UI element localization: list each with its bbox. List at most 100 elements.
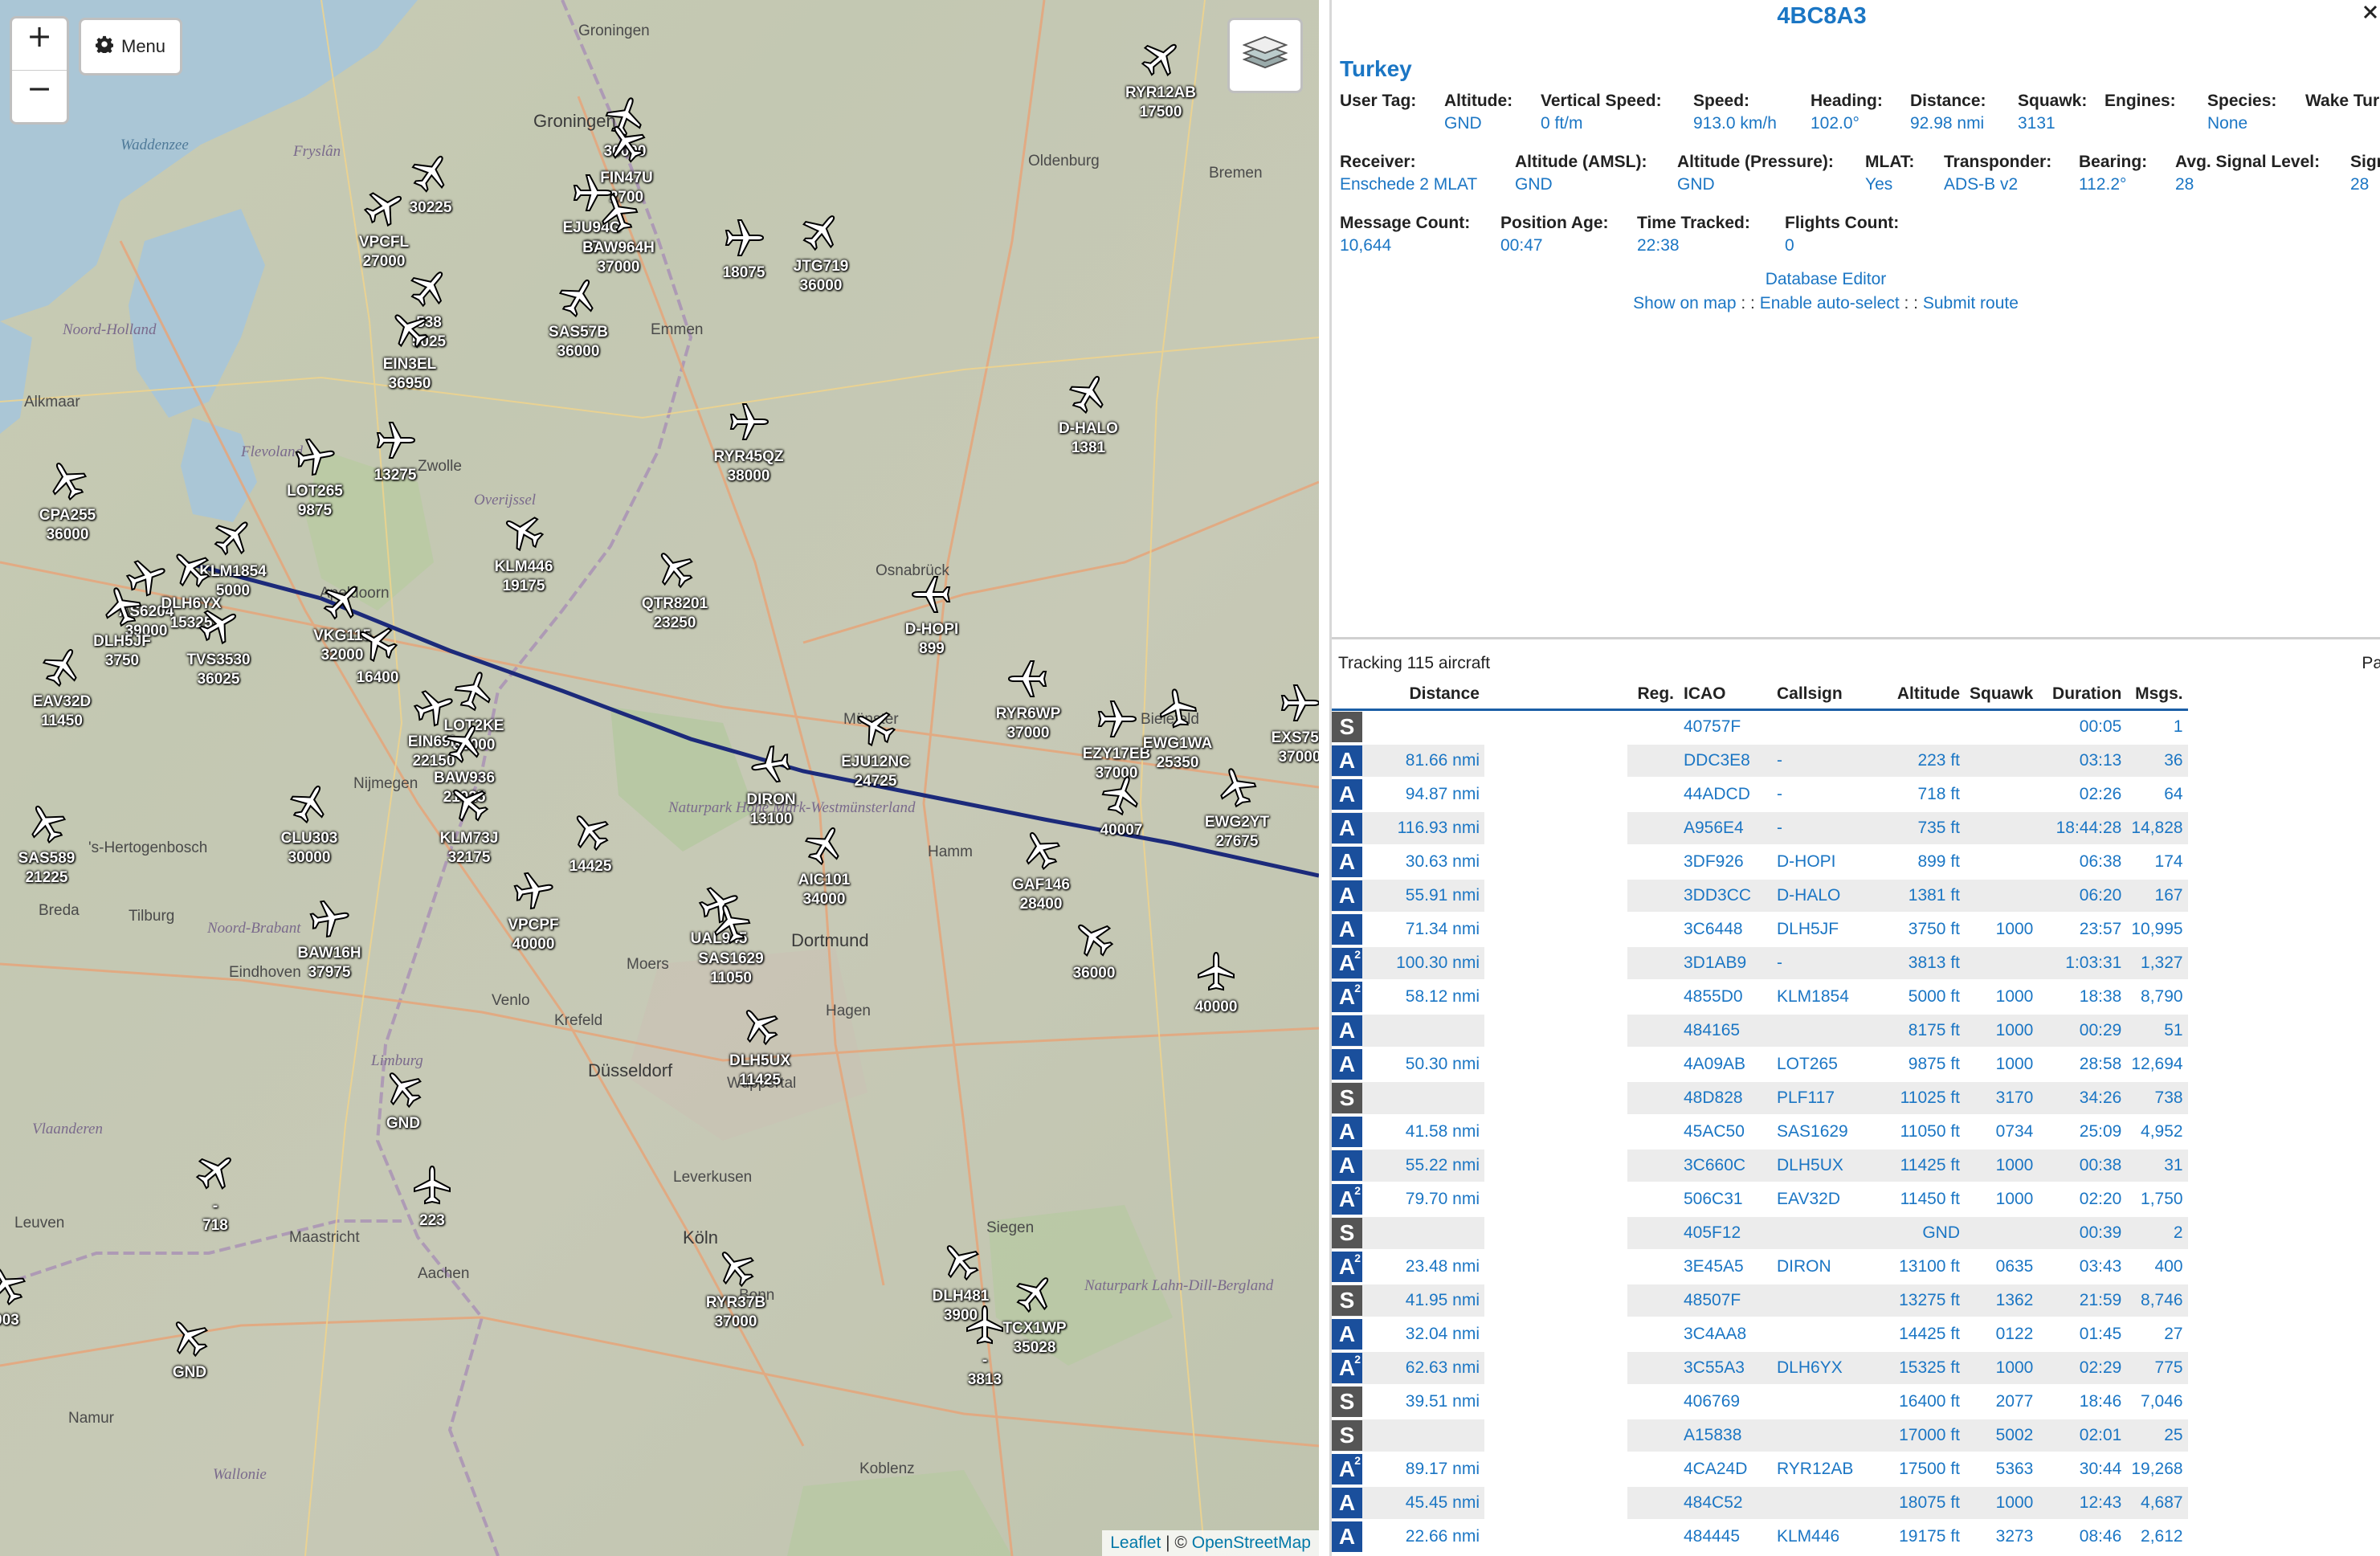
table-row[interactable]: A 2 23.48 nmi 3E45A5 DIRON 13100 ft 0635 03:43 4… [1332,1250,2188,1284]
table-row[interactable]: A 2 100.30 nmi 3D1AB9-3813 ft 1:03:31 1,327 [1332,946,2188,981]
table-row[interactable]: A 116.93 nmi A956E4-735 ft 18:44:28 14,828 [1332,811,2188,846]
detail-field: Message Count: 10,644 [1340,212,1470,257]
table-row[interactable]: A 2 79.70 nmi 506C31 EAV32D 11450 ft 1000 02:20… [1332,1182,2188,1217]
table-row[interactable]: A 81.66 nmi DDC3E8-223 ft 03:13 36 [1332,744,2188,778]
layers-button[interactable] [1227,18,1303,93]
row-reg [1627,1216,1679,1251]
col-reg[interactable]: Reg. [1627,680,1679,711]
detail-field: Vertical Speed: 0 ft/m [1541,90,1662,135]
source-badge: S [1332,1083,1362,1113]
table-row[interactable]: A 45.45 nmi 484C52 18075 ft 1000 12:43 4,687 [1332,1486,2188,1521]
row-callsign: D-HOPI [1772,845,1873,880]
row-msgs: 775 [2126,1351,2188,1386]
row-source: A2 [1332,1250,1366,1284]
table-row[interactable]: S 405F12 GND 00:39 2 [1332,1216,2188,1251]
row-msgs: 174 [2126,845,2188,880]
row-reg [1627,1149,1679,1183]
zoom-out-button[interactable]: − [12,70,67,122]
col-distance[interactable]: Distance [1366,680,1484,711]
source-badge: S [1332,1387,1362,1417]
aircraft-label: RYR12AB 17500 [1072,84,1249,122]
table-row[interactable]: A 2 58.12 nmi 4855D0 KLM1854 5000 ft 1000 18:38… [1332,980,2188,1015]
openstreetmap-link[interactable]: OpenStreetMap [1192,1534,1311,1552]
table-row[interactable]: S A15838 17000 ft 5002 02:01 25 [1332,1419,2188,1453]
row-duration: 00:39 [2038,1216,2127,1251]
detail-field: Altitude (Pressure): GND [1677,151,1834,196]
airplane-icon [363,192,402,227]
map-view[interactable]: Groningen Groningen Waddenzee Fryslân Oldenb… [0,0,1319,1556]
col-msgs[interactable]: Msgs. [2126,680,2188,711]
table-row[interactable]: A 50.30 nmi 4A09AB LOT265 9875 ft 1000 28:58 12… [1332,1048,2188,1082]
detail-field-label: Time Tracked: [1637,214,1750,232]
database-editor-link[interactable]: Database Editor [1766,270,1887,288]
page-control[interactable]: Pa [2362,654,2380,673]
row-msgs: 19,268 [2126,1452,2188,1487]
table-row[interactable]: A 2 89.17 nmi 4CA24D RYR12AB 17500 ft 5363 30:4… [1332,1452,2188,1487]
row-icao: 3DD3CC [1679,879,1772,913]
aircraft-label: D-HALO 1381 [1000,419,1177,458]
menu-button[interactable]: Menu [79,18,183,76]
row-altitude: 13100 ft [1873,1250,1965,1284]
aircraft-label: AIC101 34000 [736,871,912,909]
row-duration: 23:57 [2038,913,2127,947]
row-icao: 4A09AB [1679,1048,1772,1082]
table-row[interactable]: A 484165 8175 ft 1000 00:29 51 [1332,1014,2188,1048]
row-source: A [1332,879,1366,913]
table-row[interactable]: A 71.34 nmi 3C6448 DLH5JF 3750 ft 1000 23:57 10… [1332,913,2188,947]
aircraft-label: GAF146 28400 [953,876,1129,914]
airplane-icon [1141,43,1177,76]
table-row[interactable]: A 2 62.63 nmi 3C55A3 DLH6YX 15325 ft 1000 02:29… [1332,1351,2188,1386]
zoom-in-button[interactable]: + [12,18,67,70]
row-altitude: 5000 ft [1873,980,1965,1015]
col-source[interactable] [1332,680,1366,711]
row-reg [1627,1317,1679,1352]
aircraft-altitude: 11050 [710,970,752,986]
row-gap [1484,1115,1627,1150]
submit-route-link[interactable]: Submit route [1923,294,2019,312]
selected-aircraft-detail: 4BC8A3 Turkey User Tag: Altitude: GND Verti… [1332,0,2380,639]
table-row[interactable]: A 32.04 nmi 3C4AA8 14425 ft 0122 01:45 27 [1332,1317,2188,1352]
close-icon[interactable] [2362,3,2379,25]
row-gap [1484,1048,1627,1082]
col-duration[interactable]: Duration [2038,680,2127,711]
panel-resize-handle[interactable] [1332,637,2380,639]
row-callsign [1772,1317,1873,1352]
aircraft-label: 40000 [1128,998,1304,1017]
table-row[interactable]: A 55.91 nmi 3DD3CC D-HALO 1381 ft 06:20 167 [1332,879,2188,913]
table-row[interactable]: A 22.66 nmi 484445 KLM446 19175 ft 3273 08:46 2… [1332,1520,2188,1554]
aircraft-label: 223 [344,1211,520,1231]
leaflet-link[interactable]: Leaflet [1110,1534,1161,1552]
table-row[interactable]: A 30.63 nmi 3DF926 D-HOPI 899 ft 06:38 174 [1332,845,2188,880]
row-distance: 32.04 nmi [1366,1317,1484,1352]
row-duration: 02:29 [2038,1351,2127,1386]
col-squawk[interactable]: Squawk [1965,680,2039,711]
detail-field-value: GND [1444,114,1482,133]
row-callsign: DIRON [1772,1250,1873,1284]
table-row[interactable]: A 41.58 nmi 45AC50 SAS1629 11050 ft 0734 25:09… [1332,1115,2188,1150]
table-row[interactable]: S 48D828 PLF117 11025 ft 3170 34:26 738 [1332,1081,2188,1116]
show-on-map-link[interactable]: Show on map [1633,294,1736,312]
row-source: A [1332,1048,1366,1082]
col-altitude[interactable]: Altitude [1873,680,1965,711]
table-row[interactable]: S 41.95 nmi 48507F 13275 ft 1362 21:59 8,746 [1332,1284,2188,1318]
map-attribution: Leaflet | © OpenStreetMap [1102,1530,1319,1556]
detail-field-label: Heading: [1811,92,1883,110]
row-gap [1484,1351,1627,1386]
aircraft-callsign: CPA255 [39,507,96,524]
row-icao: A956E4 [1679,811,1772,846]
col-callsign[interactable]: Callsign [1772,680,1873,711]
col-icao[interactable]: ICAO [1679,680,1772,711]
row-gap [1484,946,1627,981]
table-row[interactable]: S 40757F 00:05 1 [1332,709,2188,745]
table-row[interactable]: S 39.51 nmi 406769 16400 ft 2077 18:46 7,046 [1332,1385,2188,1419]
source-badge: A [1332,847,1362,877]
row-distance: 39.51 nmi [1366,1385,1484,1419]
row-msgs: 51 [2126,1014,2188,1048]
table-row[interactable]: A 94.87 nmi 44ADCD -718 ft 02:26 64 [1332,778,2188,812]
row-distance: 55.91 nmi [1366,879,1484,913]
row-reg [1627,709,1679,745]
enable-auto-select-link[interactable]: Enable auto-select [1760,294,1900,312]
aircraft-altitude: 3813 [967,1371,1002,1388]
table-row[interactable]: A 55.22 nmi 3C660C DLH5UX 11425 ft 1000 00:38 3… [1332,1149,2188,1183]
aircraft-callsign: DIRON [746,791,796,808]
